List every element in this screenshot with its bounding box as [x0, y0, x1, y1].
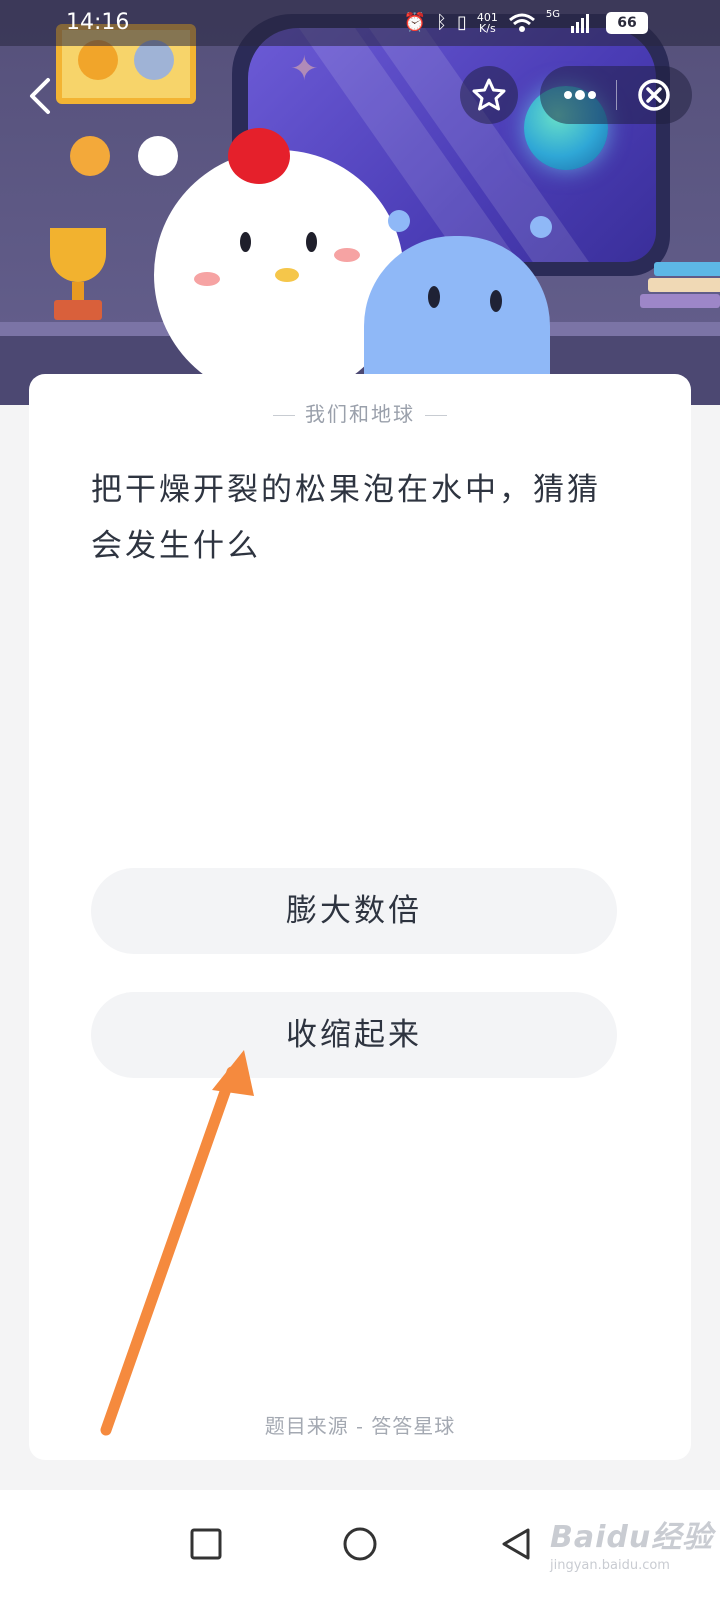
chicken-comb — [228, 128, 290, 184]
close-button[interactable] — [624, 70, 688, 120]
network-type: 5G — [545, 9, 560, 20]
status-bar: 14:16 ⏰ ᛒ ▯ 401 K/s 5G 66 — [0, 0, 720, 46]
option-b-button[interactable]: 收缩起来 — [91, 992, 617, 1078]
question-source: 题目来源 - 答答星球 — [264, 1414, 456, 1438]
quiz-question: 把干燥开裂的松果泡在水中，猜猜会发生什么 — [91, 472, 601, 564]
watermark-logo: Baidu经验 — [550, 1520, 714, 1555]
back-triangle-icon[interactable] — [494, 1522, 538, 1566]
bronze-medal-icon — [70, 136, 110, 176]
books-icon — [640, 262, 720, 322]
silver-medal-icon — [134, 40, 174, 80]
alarm-icon: ⏰ — [403, 12, 427, 33]
bluetooth-icon: ᛒ — [436, 12, 447, 33]
home-icon[interactable] — [338, 1522, 382, 1566]
alien-antenna — [530, 216, 552, 238]
option-a-button[interactable]: 膨大数倍 — [91, 868, 617, 954]
gold-medal-icon — [78, 40, 118, 80]
favorite-button[interactable] — [460, 66, 518, 124]
header-illustration: ✦ — [0, 0, 720, 405]
chicken-blush — [334, 248, 360, 262]
category-dash — [425, 415, 447, 416]
battery-icon: 66 — [606, 12, 648, 34]
alien-antenna — [388, 210, 410, 232]
alien-eye — [428, 286, 440, 308]
quiz-category: 我们和地球 — [29, 398, 691, 427]
back-button[interactable] — [22, 70, 58, 122]
capsule-divider — [616, 80, 617, 110]
star-icon — [472, 78, 506, 111]
quiz-card: 我们和地球 把干燥开裂的松果泡在水中，猜猜会发生什么 膨大数倍 收缩起来 题目来… — [29, 374, 691, 1460]
wifi-icon — [508, 13, 535, 32]
more-icon — [564, 90, 596, 100]
status-time: 14:16 — [66, 10, 130, 35]
recents-icon[interactable] — [184, 1522, 228, 1566]
watermark-url: jingyan.baidu.com — [550, 1558, 670, 1573]
trophy-icon — [40, 228, 116, 320]
chicken-eye — [306, 232, 317, 252]
close-icon — [638, 79, 670, 111]
more-button[interactable] — [548, 70, 612, 120]
chicken-beak — [275, 268, 299, 282]
navigation-bar: Baidu经验 jingyan.baidu.com — [0, 1490, 720, 1600]
capsule-menu — [540, 66, 692, 124]
chicken-eye — [240, 232, 251, 252]
network-speed: 401 K/s — [476, 11, 498, 35]
vibrate-icon: ▯ — [456, 12, 467, 33]
back-icon — [30, 78, 50, 114]
satellite-icon: ✦ — [290, 49, 319, 89]
white-medal-icon — [138, 136, 178, 176]
status-icons: ⏰ ᛒ ▯ 401 K/s 5G — [404, 10, 592, 36]
alien-eye — [490, 290, 502, 312]
chicken-blush — [194, 272, 220, 286]
signal-icon — [571, 14, 589, 33]
category-dash — [273, 415, 295, 416]
category-label: 我们和地球 — [305, 402, 415, 426]
baidu-watermark: Baidu经验 jingyan.baidu.com — [550, 1512, 713, 1573]
